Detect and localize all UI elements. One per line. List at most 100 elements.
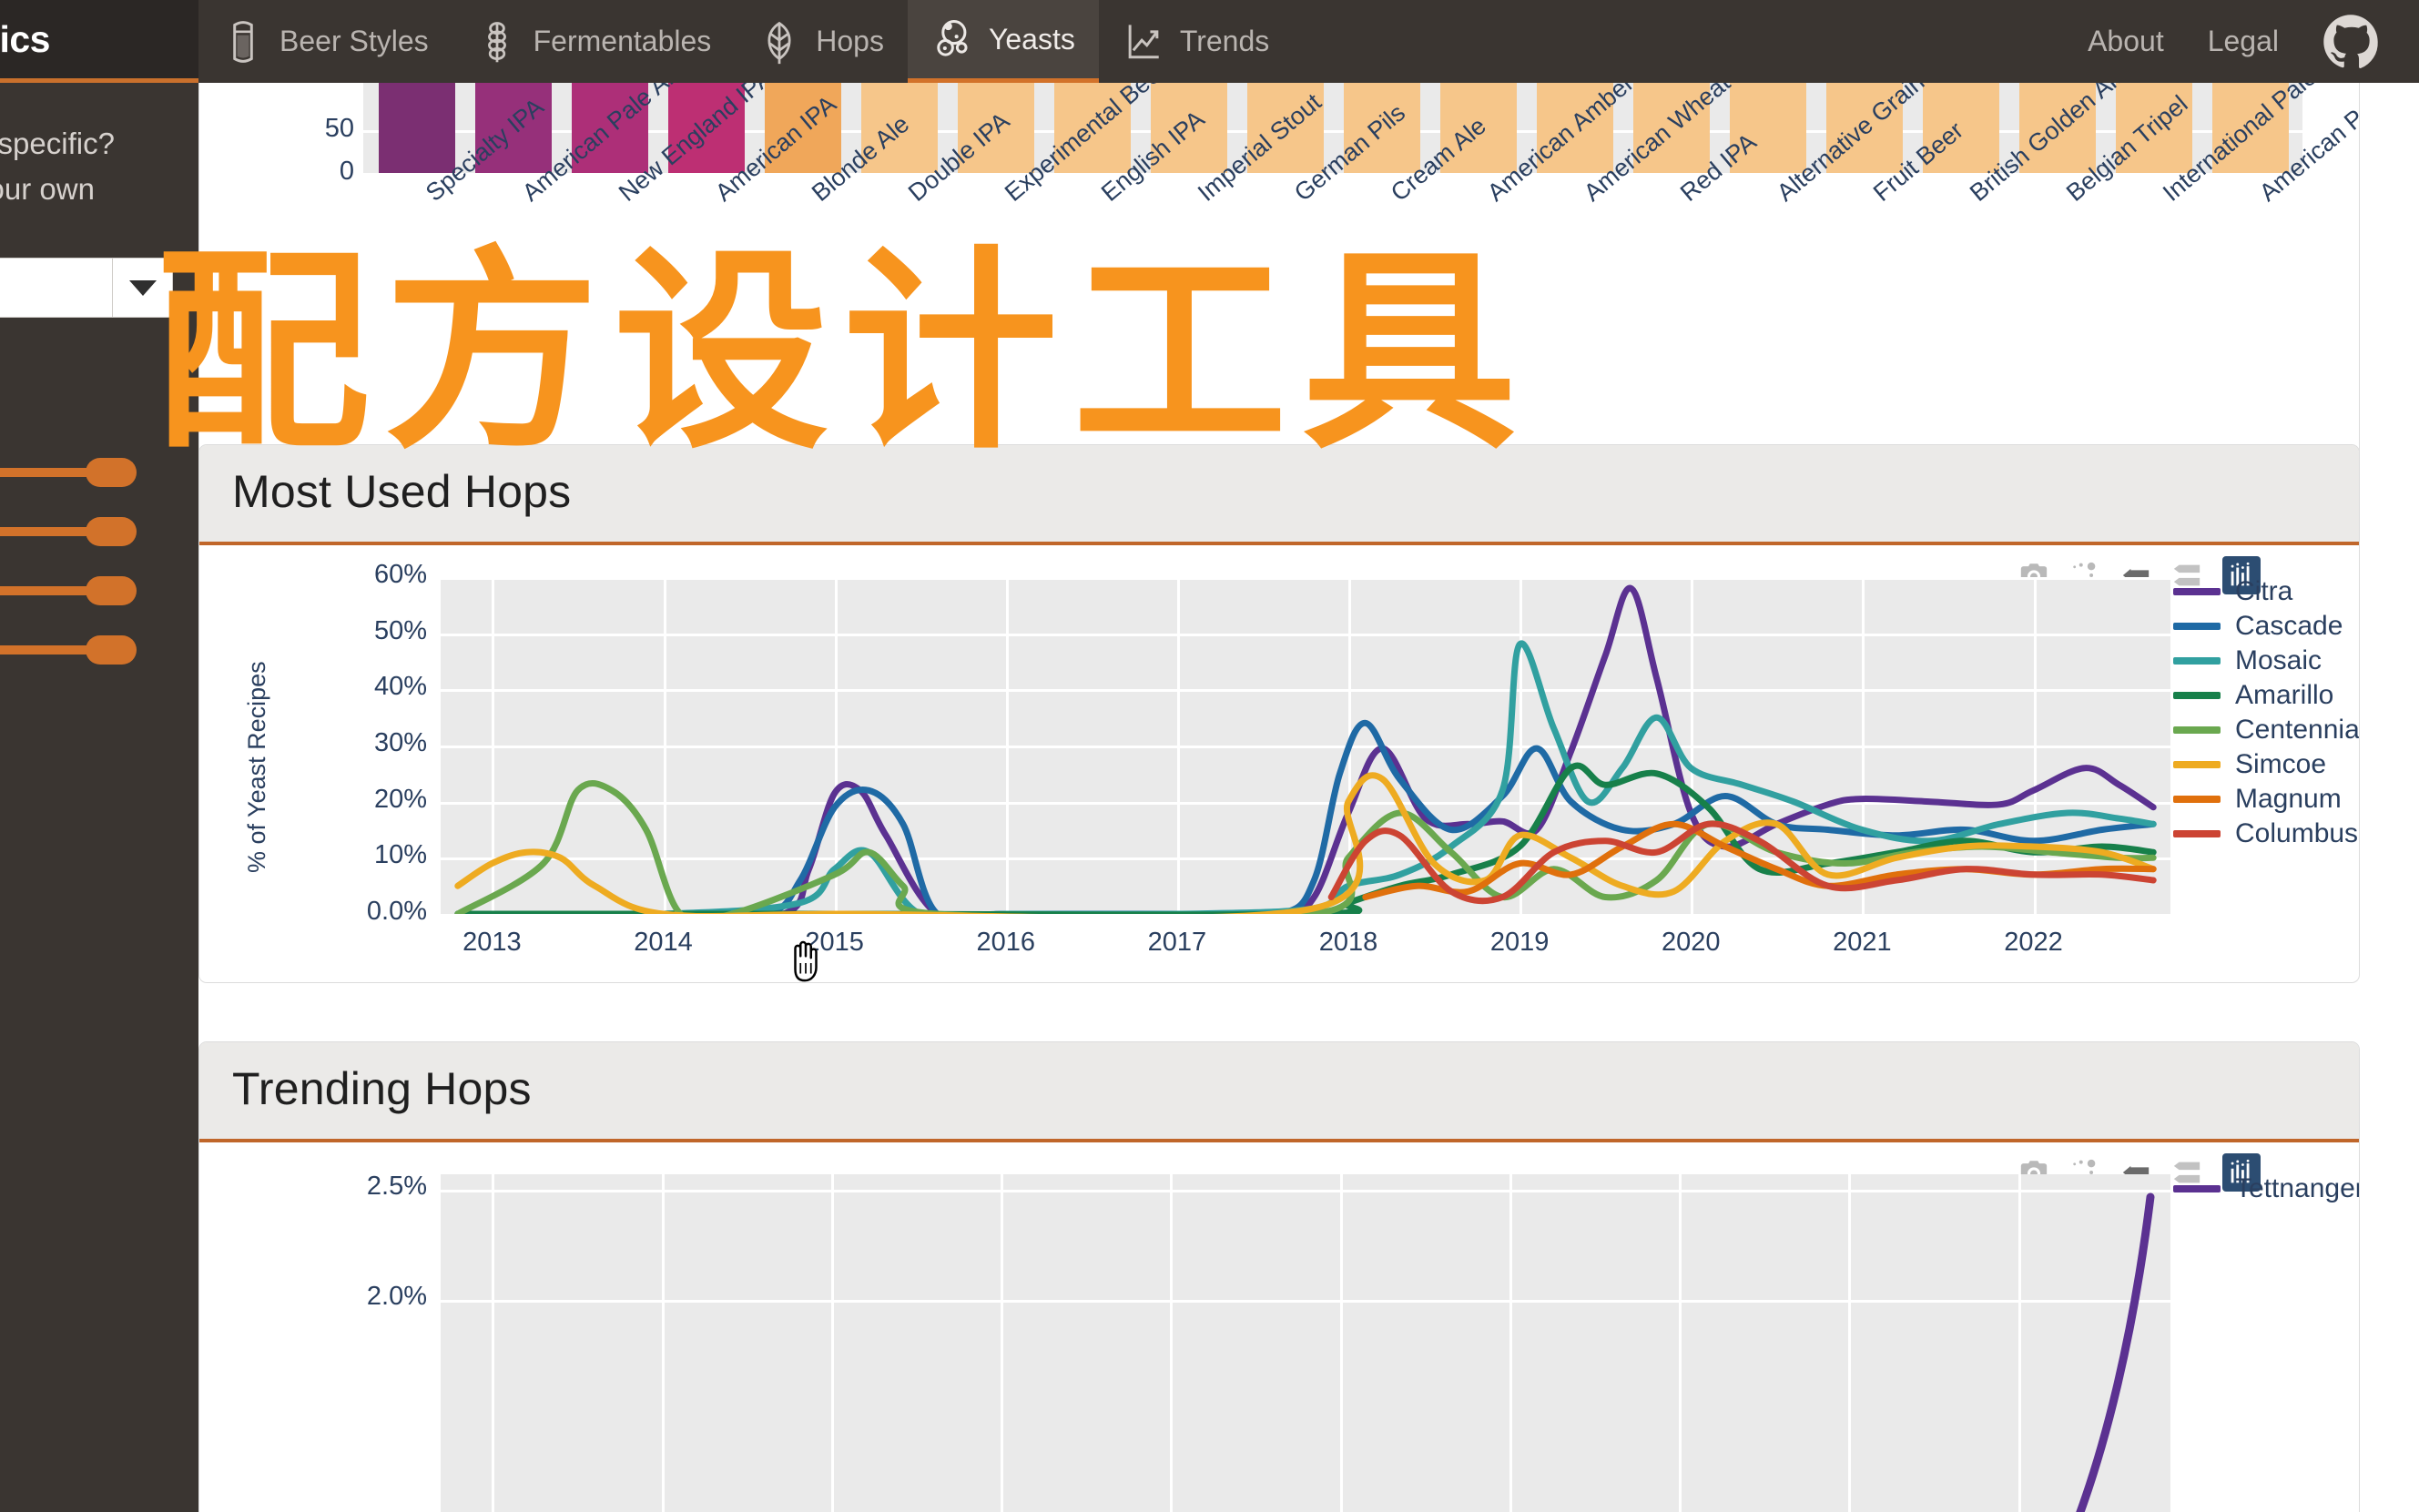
y-tick: 2.5% <box>366 1172 427 1201</box>
left-sidebar: ning specific? by your own s <box>0 83 198 1512</box>
legend-swatch <box>2173 623 2221 630</box>
x-tick: 2021 <box>1833 928 1892 957</box>
yeast-cells-icon <box>931 15 973 63</box>
bar-y-tick: 50 <box>324 114 354 143</box>
x-tick: 2015 <box>805 928 864 957</box>
legend-swatch <box>2173 588 2221 595</box>
legend-item[interactable]: Amarillo <box>2173 678 2359 713</box>
wheat-icon <box>476 18 518 66</box>
legend-trending-hops: Tettnanger <box>2173 1172 2360 1206</box>
nav-right-group: About Legal <box>2088 0 2419 83</box>
y-tick: 40% <box>373 672 427 702</box>
card-top-beer-styles: 0 50 Specialty IPA American Pale Ale New En… <box>198 83 2360 483</box>
legend-item[interactable]: Columbus <box>2173 817 2359 851</box>
line-series[interactable] <box>454 584 2157 914</box>
line-series[interactable] <box>454 719 2157 914</box>
slider-knob[interactable] <box>86 635 137 665</box>
page-title-most-used-hops: Most Used Hops <box>232 466 572 517</box>
slider-knob[interactable] <box>86 576 137 605</box>
most-used-hops-line-svg[interactable] <box>441 577 2170 914</box>
legend-swatch <box>2173 1185 2221 1192</box>
y-tick: 20% <box>373 784 427 814</box>
legend-label: Amarillo <box>2235 680 2334 710</box>
legend-swatch <box>2173 796 2221 803</box>
legend-item[interactable]: Tettnanger <box>2173 1172 2360 1206</box>
legend-label: Citra <box>2235 576 2293 606</box>
legend-label: Magnum <box>2235 784 2342 814</box>
legend-swatch <box>2173 692 2221 699</box>
chevron-down-icon[interactable] <box>112 259 172 317</box>
hop-cone-icon <box>758 18 800 66</box>
legend-item[interactable]: Citra <box>2173 574 2359 609</box>
x-tick: 2022 <box>2004 928 2063 957</box>
x-tick: 2013 <box>462 928 522 957</box>
x-tick: 2017 <box>1147 928 1207 957</box>
nav-items: Beer Styles Fermentables Hops Yeasts Tre… <box>198 0 1293 83</box>
sidebar-slider-2[interactable] <box>0 515 182 548</box>
slider-knob[interactable] <box>86 458 137 487</box>
page-title-trending-hops: Trending Hops <box>232 1063 532 1114</box>
sidebar-select[interactable]: s <box>0 258 173 318</box>
main-content: 0 50 Specialty IPA American Pale Ale New En… <box>198 83 2419 1512</box>
card-most-used-hops: Most Used Hops 0.0% 10% 20% 30% 40% 50% … <box>198 444 2360 983</box>
legend-swatch <box>2173 761 2221 768</box>
y-tick: 60% <box>373 560 427 589</box>
nav-item-beer-styles[interactable]: Beer Styles <box>198 0 452 83</box>
github-icon[interactable] <box>2322 14 2379 70</box>
x-tick: 2014 <box>634 928 693 957</box>
sidebar-prompt-line2: by your own <box>0 172 95 207</box>
legend-label: Simcoe <box>2235 749 2327 779</box>
nav-item-beer-styles-label: Beer Styles <box>280 25 429 57</box>
trend-chart-icon <box>1123 18 1164 66</box>
sidebar-select-value: s <box>0 272 112 303</box>
legend-item[interactable]: Magnum <box>2173 782 2359 817</box>
nav-item-fermentables-label: Fermentables <box>533 25 712 57</box>
beer-glass-icon <box>222 18 264 66</box>
legend-most-used-hops: Citra Cascade Mosaic Amarillo Centennial Simc… <box>2173 574 2360 851</box>
card-trending-hops: Trending Hops 2.5% 2.0% Tettnanger <box>198 1041 2360 1512</box>
top-navbar: ytics Beer Styles <box>0 0 2419 83</box>
nav-item-hops-label: Hops <box>816 25 884 57</box>
nav-item-trends-label: Trends <box>1179 25 1270 57</box>
trending-hops-line-svg[interactable] <box>441 1174 2170 1512</box>
bar-gridline-50 <box>363 130 2302 133</box>
nav-item-hops[interactable]: Hops <box>735 0 908 83</box>
legend-swatch <box>2173 726 2221 734</box>
nav-item-yeasts-label: Yeasts <box>988 22 1075 56</box>
x-tick: 2018 <box>1318 928 1378 957</box>
brand-logo[interactable]: ytics <box>0 0 198 83</box>
slider-knob[interactable] <box>86 517 137 546</box>
legend-item[interactable]: Centennial <box>2173 713 2360 747</box>
legend-label: Mosaic <box>2235 645 2322 675</box>
nav-item-trends[interactable]: Trends <box>1099 0 1293 83</box>
nav-item-fermentables[interactable]: Fermentables <box>452 0 736 83</box>
y-axis-title: % of Yeast Recipes <box>243 661 270 873</box>
nav-link-legal[interactable]: Legal <box>2208 25 2279 58</box>
sidebar-slider-4[interactable] <box>0 634 182 666</box>
most-used-hops-header: Most Used Hops <box>199 445 2359 545</box>
legend-item[interactable]: Simcoe <box>2173 747 2359 782</box>
brand-label: ytics <box>0 17 50 60</box>
sidebar-prompt-line1: ning specific? <box>0 127 115 160</box>
legend-label: Tettnanger <box>2235 1173 2360 1203</box>
legend-label: Centennial <box>2235 715 2360 745</box>
legend-item[interactable]: Cascade <box>2173 609 2359 644</box>
x-tick: 2020 <box>1662 928 1721 957</box>
y-tick: 0.0% <box>366 897 427 926</box>
y-tick: 10% <box>373 840 427 870</box>
legend-swatch <box>2173 830 2221 837</box>
x-tick: 2016 <box>976 928 1036 957</box>
nav-item-yeasts[interactable]: Yeasts <box>907 0 1099 83</box>
legend-swatch <box>2173 657 2221 665</box>
bar-y-tick: 0 <box>339 157 354 186</box>
legend-label: Columbus <box>2235 818 2359 848</box>
nav-link-about[interactable]: About <box>2088 25 2164 58</box>
sidebar-slider-3[interactable] <box>0 574 182 607</box>
y-tick: 30% <box>373 728 427 757</box>
sidebar-slider-1[interactable] <box>0 456 182 489</box>
bar[interactable] <box>378 83 456 173</box>
line-series[interactable] <box>2070 1192 2155 1512</box>
y-tick: 2.0% <box>366 1282 427 1311</box>
legend-item[interactable]: Mosaic <box>2173 644 2359 678</box>
legend-label: Cascade <box>2235 611 2343 641</box>
